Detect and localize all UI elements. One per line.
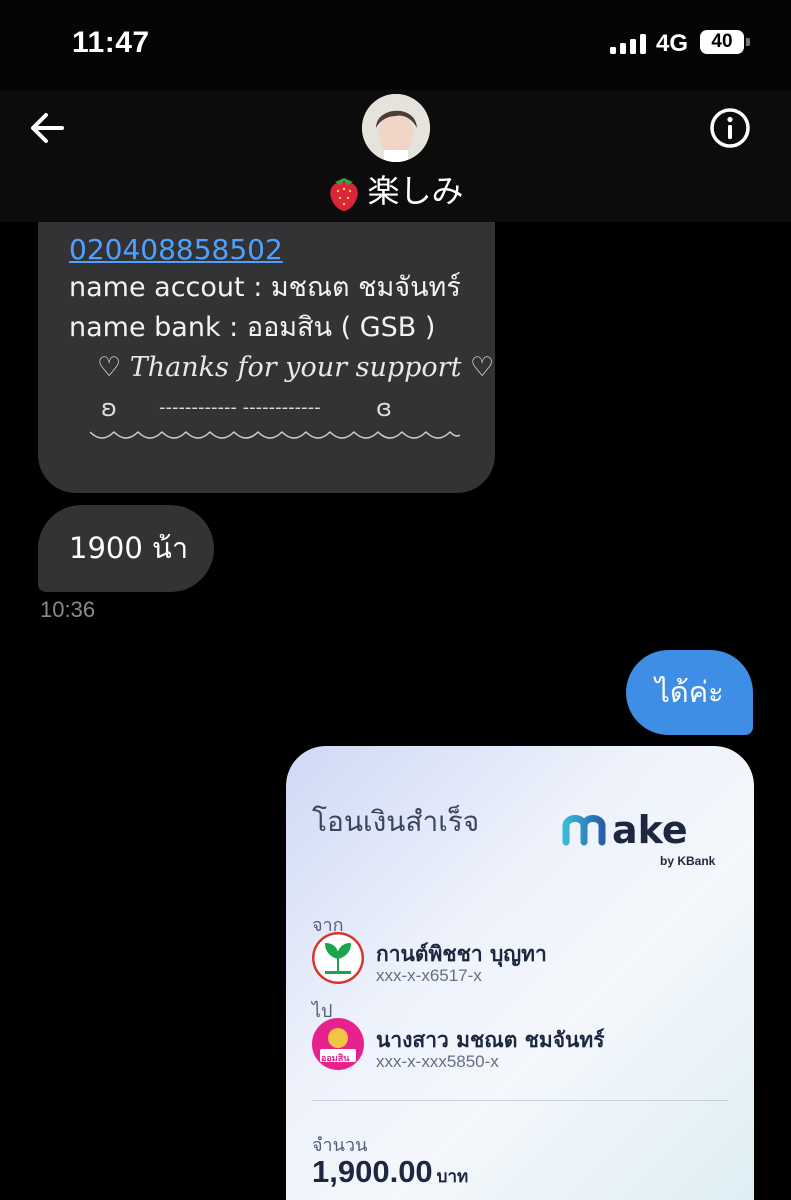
deco-left: ʚ (101, 394, 117, 422)
avatar[interactable] (362, 94, 430, 162)
network-type: 4G (656, 30, 689, 57)
status-bar: 11:47 4G 40 (0, 0, 791, 90)
gsb-icon: ออมสิน (312, 1018, 364, 1070)
make-logo-text: ake (612, 808, 688, 848)
message-bubble-outgoing[interactable]: ได้ค่ะ (626, 650, 753, 735)
avatar-image (362, 94, 430, 162)
deco-right: ɞ (376, 394, 392, 422)
sender-account: xxx-x-x6517-x (376, 966, 482, 985)
battery-nub (746, 38, 750, 46)
chat-title[interactable]: 楽しみ (0, 166, 791, 212)
message-timestamp: 10:36 (40, 597, 96, 622)
status-time: 11:47 (72, 26, 150, 59)
arrow-left-icon[interactable] (26, 108, 70, 148)
name-account-text: name accout : มชณต ชมจันทร์ (69, 272, 461, 303)
signal-icon (610, 34, 646, 54)
message-bubble-incoming[interactable]: 020408858502 name accout : มชณต ชมจันทร์… (38, 222, 495, 493)
strawberry-icon (330, 178, 359, 211)
recipient-account: xxx-x-xxx5850-x (376, 1052, 499, 1071)
battery-icon: 40 (700, 30, 744, 54)
receipt-title: โอนเงินสำเร็จ (312, 805, 480, 838)
info-icon[interactable] (708, 106, 752, 150)
make-logo-subtitle: by KBank (660, 854, 716, 868)
chat-header: 楽しみ (0, 90, 791, 222)
amount-value: 1,900.00 บาท (312, 1154, 468, 1190)
account-number-link[interactable]: 020408858502 (69, 232, 495, 268)
decoration-row: ʚ ------------ ------------ ɞ (69, 388, 495, 426)
deco-dashes: ------------ ------------ (159, 397, 321, 418)
thanks-text: ♡ Thanks for your support ♡ (97, 352, 495, 383)
make-logo: ake (562, 808, 688, 848)
amount-number: 1,900.00 (312, 1154, 433, 1189)
transfer-receipt-image[interactable]: โอนเงินสำเร็จ ake by KBank จาก กานต์พิชช… (286, 746, 754, 1200)
name-bank-text: name bank : ออมสิน ( GSB ) (69, 312, 436, 343)
chat-name-text: 楽しみ (367, 172, 464, 210)
amount-currency: บาท (436, 1167, 469, 1187)
gsb-icon-text: ออมสิน (321, 1054, 350, 1064)
scallop-divider (90, 430, 460, 439)
message-bubble-incoming[interactable]: 1900 น้า (38, 505, 214, 592)
kbank-icon (312, 932, 364, 984)
receipt-divider (312, 1100, 728, 1101)
